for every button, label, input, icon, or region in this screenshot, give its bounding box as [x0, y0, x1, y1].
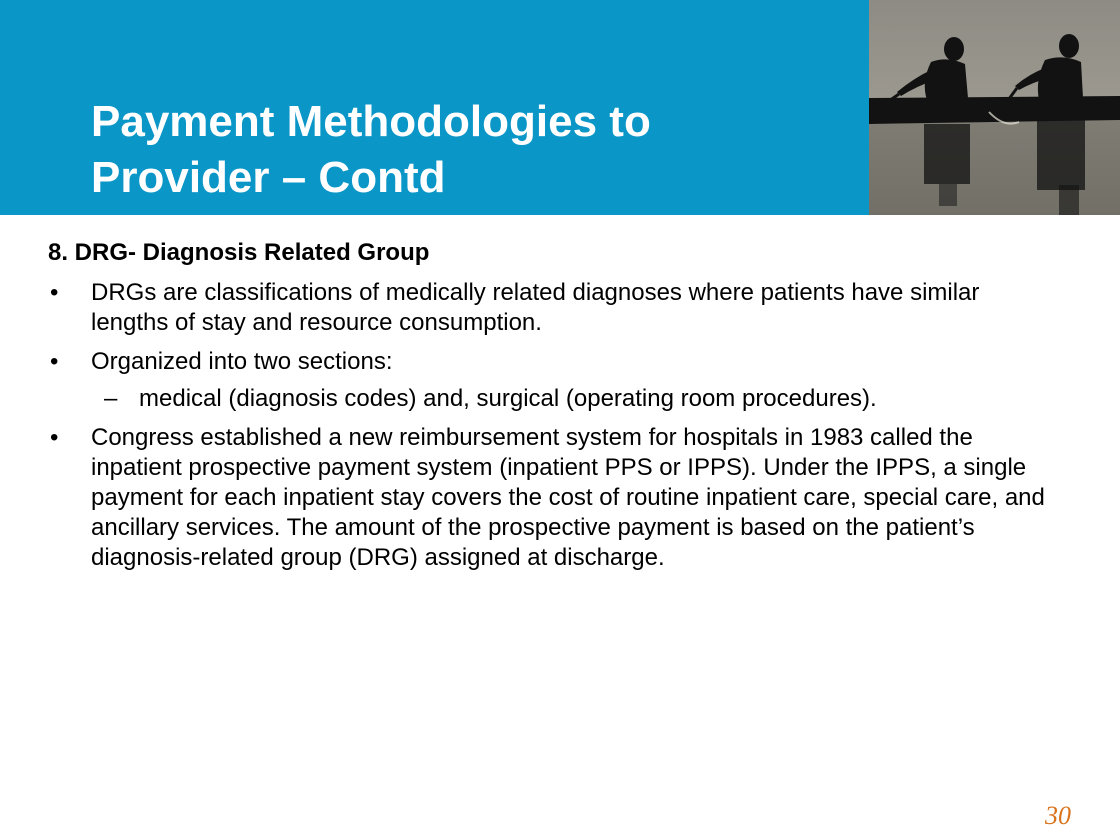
slide-title-line-1: Payment Methodologies to	[91, 97, 651, 146]
sub-bullet-item: – medical (diagnosis codes) and, surgica…	[48, 384, 1058, 414]
bullet-marker: •	[50, 279, 59, 306]
bullet-text: Organized into two sections:	[91, 348, 393, 375]
title-banner: Payment Methodologies to Provider – Cont…	[0, 0, 869, 215]
slide-title: Payment Methodologies to Provider – Cont…	[91, 94, 851, 206]
rowers-photo	[869, 0, 1120, 215]
bullet-item: • DRGs are classifications of medically …	[48, 278, 1058, 338]
bullet-item: • Congress established a new reimburseme…	[48, 423, 1058, 573]
sub-bullet-text: medical (diagnosis codes) and, surgical …	[139, 385, 877, 412]
bullet-marker: •	[50, 348, 59, 375]
slide-body: 8. DRG- Diagnosis Related Group • DRGs a…	[48, 238, 1058, 582]
section-heading: 8. DRG- Diagnosis Related Group	[48, 239, 430, 266]
bullet-item: • Organized into two sections:	[48, 347, 1058, 377]
bullet-marker: •	[50, 424, 59, 451]
bullet-text: Congress established a new reimbursement…	[91, 424, 1045, 571]
sub-bullet-marker: –	[104, 385, 118, 412]
page-number: 30	[1045, 801, 1071, 830]
bullet-text: DRGs are classifications of medically re…	[91, 279, 980, 336]
slide-title-line-2: Provider – Contd	[91, 153, 446, 202]
